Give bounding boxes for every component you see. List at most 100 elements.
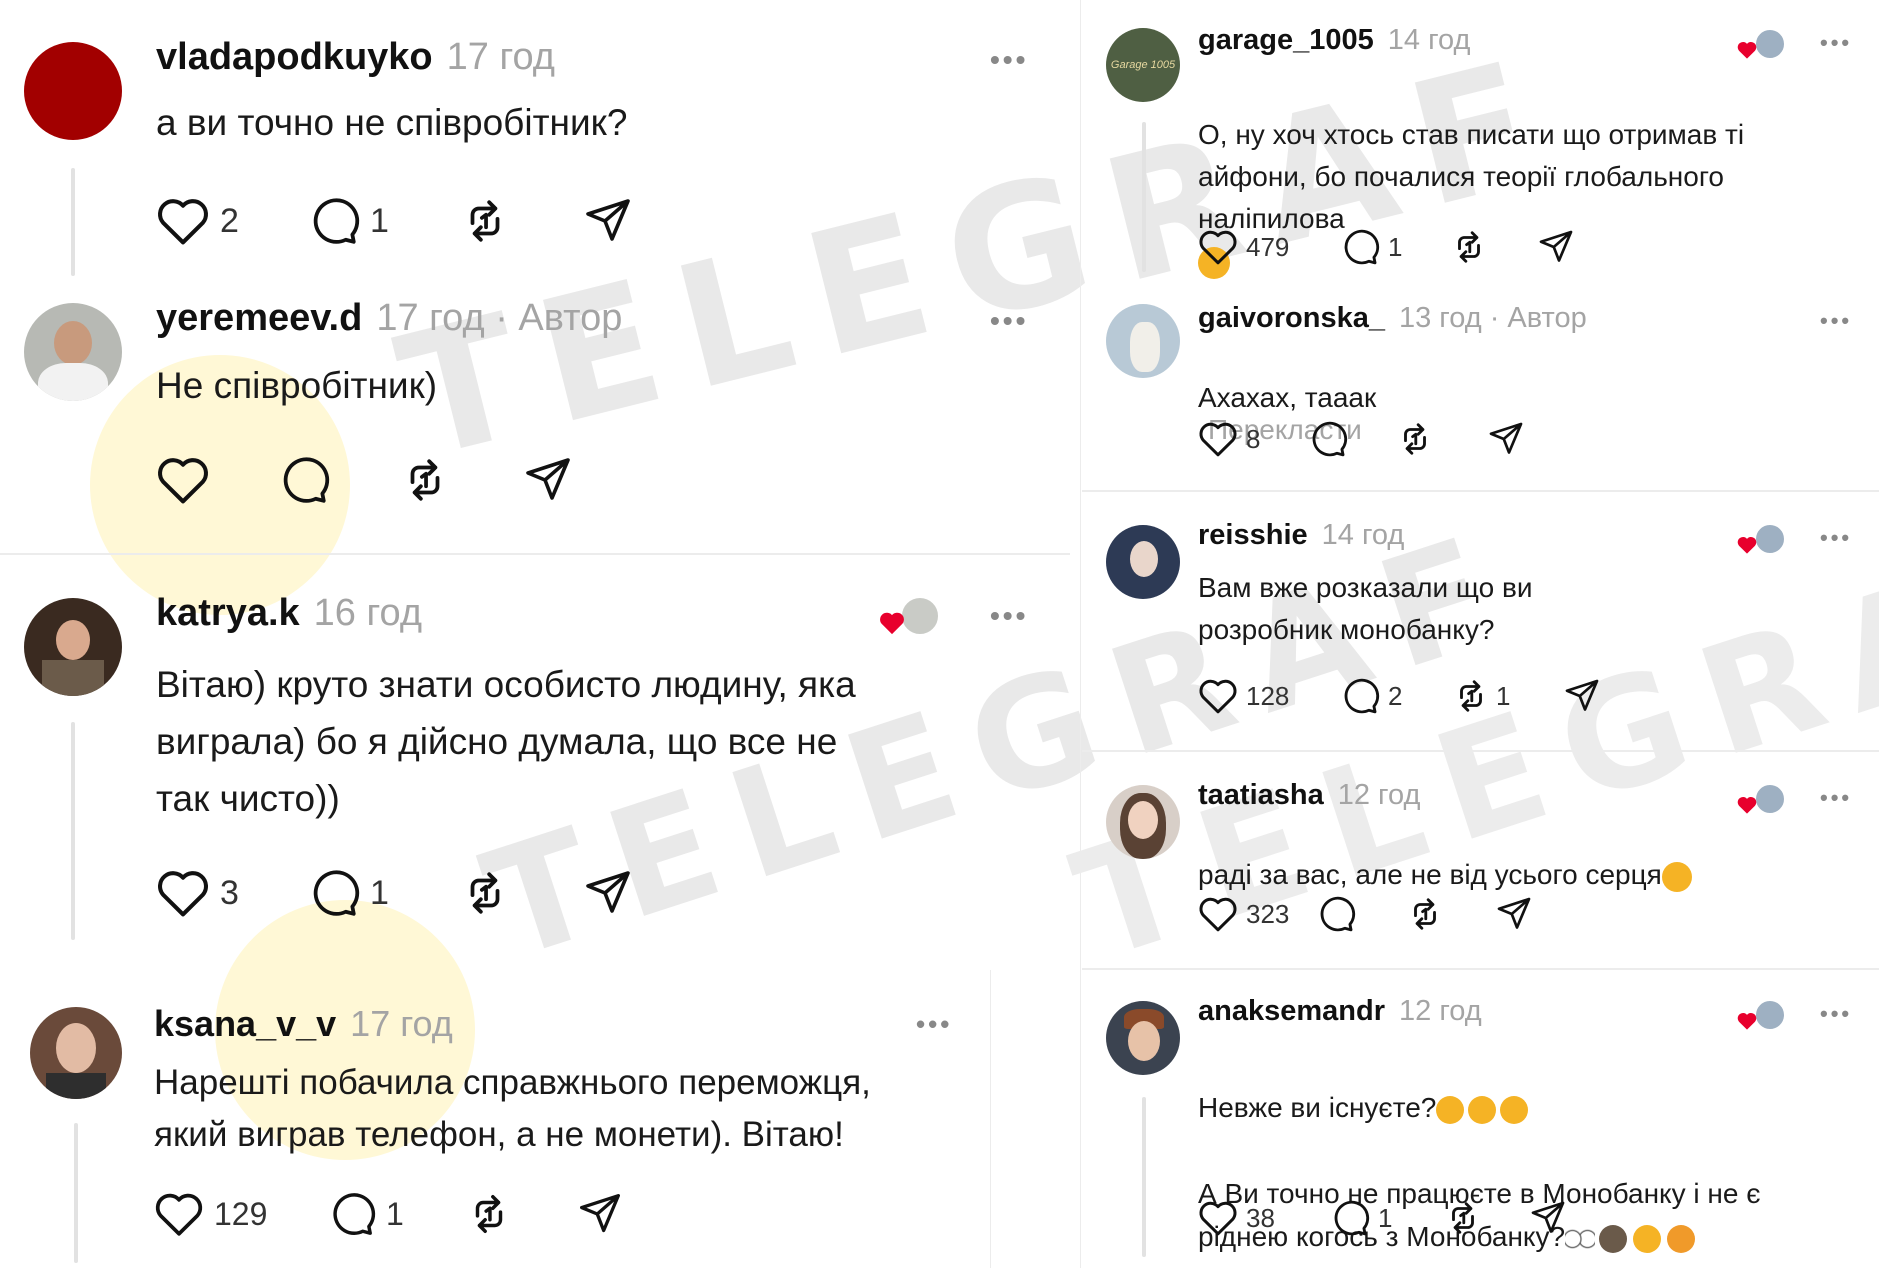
comment-header: reisshie 14 год bbox=[1198, 519, 1404, 552]
comment-header: garage_1005 14 год bbox=[1198, 24, 1470, 57]
comment-post: ksana_v_v 17 год ••• Нарешті побачила спр… bbox=[0, 995, 1000, 1268]
like-button[interactable]: 38 bbox=[1198, 1199, 1330, 1237]
like-button[interactable]: 129 bbox=[154, 1191, 328, 1237]
more-options-button[interactable]: ••• bbox=[1820, 785, 1852, 811]
repost-button[interactable] bbox=[1444, 1199, 1530, 1237]
comment-button[interactable] bbox=[1308, 420, 1396, 458]
repost-button[interactable] bbox=[460, 196, 584, 246]
thread-line bbox=[71, 722, 75, 940]
repost-button[interactable]: 1 bbox=[1452, 677, 1564, 715]
comment-header: anaksemandr 12 год bbox=[1198, 995, 1482, 1028]
like-button[interactable]: 2 bbox=[156, 196, 308, 246]
comment-count: 1 bbox=[1388, 231, 1403, 262]
repost-icon bbox=[1460, 680, 1482, 712]
username-link[interactable]: reisshie bbox=[1198, 519, 1308, 551]
like-count: 2 bbox=[220, 201, 239, 240]
share-button[interactable] bbox=[1538, 229, 1574, 265]
author-avatar-mini bbox=[900, 596, 940, 636]
like-button[interactable]: 128 bbox=[1198, 677, 1340, 715]
more-options-button[interactable]: ••• bbox=[990, 305, 1028, 337]
comment-header: taatiasha 12 год bbox=[1198, 779, 1420, 812]
post-divider bbox=[1082, 750, 1879, 752]
action-bar: 129 1 bbox=[154, 1191, 622, 1237]
share-icon bbox=[586, 871, 630, 913]
more-options-button[interactable]: ••• bbox=[990, 600, 1028, 632]
avatar-face bbox=[1130, 541, 1158, 577]
author-avatar-mini bbox=[1754, 783, 1786, 815]
repost-button[interactable] bbox=[400, 455, 524, 505]
heart-filled-icon bbox=[880, 612, 904, 635]
comment-button[interactable]: 1 bbox=[308, 196, 460, 246]
avatar[interactable] bbox=[30, 1007, 122, 1099]
like-button[interactable]: 8 bbox=[1198, 420, 1308, 458]
heart-icon bbox=[158, 199, 208, 245]
comment-icon bbox=[333, 1193, 376, 1235]
comment-text: Вам вже розказали що ви розробник моноба… bbox=[1198, 572, 1533, 645]
username-link[interactable]: gaivoronska_ bbox=[1198, 302, 1385, 334]
more-options-button[interactable]: ••• bbox=[916, 1009, 952, 1040]
heart-filled-icon bbox=[1737, 796, 1757, 814]
comment-button[interactable]: 1 bbox=[308, 868, 460, 918]
repost-icon bbox=[1452, 1202, 1474, 1234]
comment-button[interactable] bbox=[1316, 895, 1406, 933]
comment-button[interactable] bbox=[278, 455, 400, 505]
comment-text: Не співробітник) bbox=[156, 365, 438, 406]
repost-button[interactable] bbox=[1396, 420, 1488, 458]
comment-button[interactable]: 1 bbox=[1340, 228, 1450, 266]
repost-button[interactable] bbox=[1406, 895, 1496, 933]
more-options-button[interactable]: ••• bbox=[1820, 30, 1852, 56]
share-button[interactable] bbox=[584, 197, 632, 245]
more-options-button[interactable]: ••• bbox=[1820, 308, 1852, 334]
more-options-button[interactable]: ••• bbox=[1820, 525, 1852, 551]
heart-icon bbox=[1199, 1201, 1237, 1236]
heart-filled-icon bbox=[1737, 1012, 1757, 1030]
author-badge: · Автор bbox=[1481, 302, 1587, 334]
comment-button[interactable]: 1 bbox=[328, 1191, 466, 1237]
repost-button[interactable] bbox=[466, 1191, 578, 1237]
repost-button[interactable] bbox=[460, 868, 584, 918]
username-link[interactable]: katrya.k bbox=[156, 592, 300, 634]
like-count: 128 bbox=[1246, 680, 1290, 711]
comment-text-content: О, ну хоч хтось став писати що отримав т… bbox=[1198, 119, 1745, 234]
username-link[interactable]: vladapodkuyko bbox=[156, 36, 433, 78]
share-button[interactable] bbox=[578, 1192, 622, 1236]
share-button[interactable] bbox=[1564, 678, 1600, 714]
dizzy-face-emoji-icon bbox=[1468, 1095, 1497, 1124]
username-link[interactable]: garage_1005 bbox=[1198, 24, 1374, 56]
like-button[interactable] bbox=[156, 455, 278, 505]
like-button[interactable]: 3 bbox=[156, 868, 308, 918]
comment-button[interactable]: 1 bbox=[1330, 1199, 1444, 1237]
like-button[interactable]: 323 bbox=[1198, 895, 1316, 933]
avatar[interactable] bbox=[1106, 525, 1180, 599]
repost-button[interactable] bbox=[1450, 228, 1538, 266]
comment-count: 1 bbox=[370, 201, 389, 240]
thread-line bbox=[74, 1123, 78, 1263]
share-button[interactable] bbox=[1530, 1200, 1566, 1236]
repost-icon bbox=[470, 200, 500, 242]
more-options-button[interactable]: ••• bbox=[990, 44, 1028, 76]
username-link[interactable]: taatiasha bbox=[1198, 779, 1324, 811]
share-button[interactable] bbox=[1488, 421, 1524, 457]
timestamp: 12 год bbox=[1337, 779, 1421, 811]
more-options-button[interactable]: ••• bbox=[1820, 1001, 1852, 1027]
avatar[interactable] bbox=[1106, 785, 1180, 859]
like-count: 129 bbox=[214, 1195, 268, 1232]
username-link[interactable]: anaksemandr bbox=[1198, 995, 1385, 1027]
action-bar: 323 bbox=[1198, 895, 1532, 933]
like-button[interactable]: 479 bbox=[1198, 228, 1340, 266]
comment-button[interactable]: 2 bbox=[1340, 677, 1452, 715]
username-link[interactable]: ksana_v_v bbox=[154, 1003, 336, 1044]
share-button[interactable] bbox=[584, 869, 632, 917]
avatar[interactable] bbox=[24, 598, 122, 696]
share-button[interactable] bbox=[524, 456, 572, 504]
avatar-person bbox=[54, 321, 92, 365]
heart-icon bbox=[158, 458, 208, 504]
avatar[interactable] bbox=[1106, 304, 1180, 378]
avatar[interactable] bbox=[24, 303, 122, 401]
avatar[interactable]: Garage 1005 bbox=[1106, 28, 1180, 102]
avatar-face bbox=[1128, 1021, 1160, 1061]
share-button[interactable] bbox=[1496, 896, 1532, 932]
username-link[interactable]: yeremeev.d bbox=[156, 297, 362, 339]
avatar[interactable] bbox=[24, 42, 122, 140]
avatar[interactable] bbox=[1106, 1001, 1180, 1075]
